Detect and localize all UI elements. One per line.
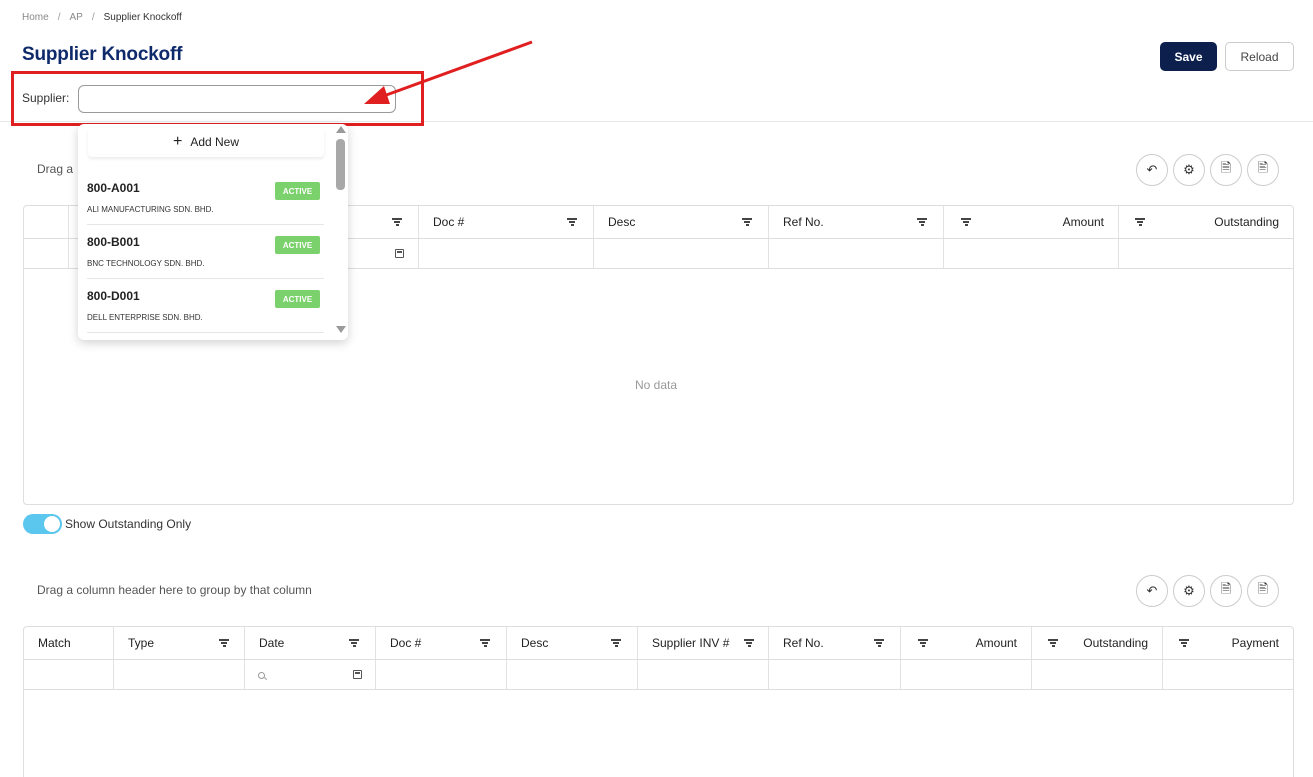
reload-button[interactable]: Reload — [1225, 42, 1294, 71]
grid-header-outstanding[interactable]: Outstanding — [1032, 627, 1163, 659]
grid-header-payment[interactable]: Payment — [1163, 627, 1293, 659]
filter-icon[interactable] — [392, 218, 402, 226]
grid-header-ref-no[interactable]: Ref No. — [769, 206, 944, 238]
gear-icon[interactable]: ⚙ — [1173, 575, 1205, 607]
grid-filter-row — [24, 660, 1293, 690]
filter-cell-date[interactable] — [245, 660, 376, 689]
export-excel-icon[interactable]: 🗎 — [1210, 575, 1242, 607]
dropdown-option[interactable]: 800-D001 ACTIVE DELL ENTERPRISE SDN. BHD… — [87, 279, 324, 333]
filter-cell[interactable] — [769, 660, 901, 689]
export-pdf-icon[interactable]: 🖹 — [1247, 575, 1279, 607]
filter-cell[interactable] — [769, 239, 944, 268]
filter-icon[interactable] — [1048, 639, 1058, 647]
calendar-icon[interactable] — [353, 670, 362, 679]
filter-icon[interactable] — [917, 218, 927, 226]
payment-match-grid: Match Type Date Doc # Desc Supplier INV … — [23, 626, 1294, 777]
filter-cell[interactable] — [594, 239, 769, 268]
filter-icon[interactable] — [219, 639, 229, 647]
grid-header-outstanding[interactable]: Outstanding — [1119, 206, 1293, 238]
breadcrumb-ap[interactable]: AP — [69, 12, 82, 23]
export-excel-icon[interactable]: 🗎 — [1210, 154, 1242, 186]
status-badge: ACTIVE — [275, 290, 320, 308]
filter-icon[interactable] — [1179, 639, 1189, 647]
filter-cell — [24, 239, 69, 268]
supplier-select-input[interactable] — [78, 85, 396, 113]
filter-icon[interactable] — [742, 218, 752, 226]
filter-icon[interactable] — [567, 218, 577, 226]
supplier-label: Supplier: — [22, 91, 70, 105]
filter-cell[interactable] — [944, 239, 1119, 268]
filter-cell — [24, 660, 114, 689]
filter-icon[interactable] — [918, 639, 928, 647]
filter-cell[interactable] — [638, 660, 769, 689]
status-badge: ACTIVE — [275, 182, 320, 200]
filter-cell[interactable] — [1032, 660, 1163, 689]
show-outstanding-label: Show Outstanding Only — [65, 517, 192, 531]
grid-header-amount[interactable]: Amount — [901, 627, 1032, 659]
header-divider — [0, 121, 1313, 122]
filter-icon[interactable] — [349, 639, 359, 647]
grid-header-amount[interactable]: Amount — [944, 206, 1119, 238]
empty-state-text: No data — [635, 378, 678, 392]
plus-icon: + — [172, 133, 183, 150]
grid-header-desc[interactable]: Desc — [594, 206, 769, 238]
filter-cell[interactable] — [376, 660, 507, 689]
group-by-hint: Drag a — [37, 162, 74, 176]
scrollbar-thumb[interactable] — [336, 139, 345, 190]
filter-icon[interactable] — [1135, 218, 1145, 226]
grid-header-type[interactable]: Type — [114, 627, 245, 659]
filter-icon[interactable] — [874, 639, 884, 647]
calendar-icon[interactable] — [395, 249, 404, 258]
show-outstanding-toggle[interactable] — [23, 514, 62, 534]
filter-cell[interactable] — [419, 239, 594, 268]
toggle-knob — [44, 516, 60, 532]
filter-icon[interactable] — [744, 639, 754, 647]
grid-header-date[interactable]: Date — [245, 627, 376, 659]
grid-header-doc-no[interactable]: Doc # — [419, 206, 594, 238]
grid-header-cell — [24, 206, 69, 238]
breadcrumb-separator: / — [91, 12, 95, 23]
filter-cell[interactable] — [114, 660, 245, 689]
filter-cell[interactable] — [1163, 660, 1293, 689]
filter-icon[interactable] — [611, 639, 621, 647]
group-by-hint: Drag a column header here to group by th… — [37, 583, 312, 597]
undo-icon[interactable]: ↶ — [1136, 575, 1168, 607]
breadcrumb: Home / AP / Supplier Knockoff — [22, 12, 182, 23]
grid-header-ref-no[interactable]: Ref No. — [769, 627, 901, 659]
breadcrumb-home[interactable]: Home — [22, 12, 49, 23]
breadcrumb-current: Supplier Knockoff — [103, 12, 182, 23]
filter-cell[interactable] — [1119, 239, 1293, 268]
status-badge: ACTIVE — [275, 236, 320, 254]
dropdown-option[interactable]: 800-A001 ACTIVE ALI MANUFACTURING SDN. B… — [87, 171, 324, 225]
supplier-dropdown: + Add New 800-A001 ACTIVE ALI MANUFACTUR… — [78, 124, 348, 340]
page-title: Supplier Knockoff — [22, 44, 183, 65]
scroll-up-arrow-icon[interactable] — [336, 126, 346, 133]
grid-header-match[interactable]: Match — [24, 627, 114, 659]
save-button[interactable]: Save — [1160, 42, 1217, 71]
export-pdf-icon[interactable]: 🖹 — [1247, 154, 1279, 186]
search-icon — [258, 672, 265, 679]
breadcrumb-separator: / — [57, 12, 61, 23]
add-new-button[interactable]: + Add New — [88, 127, 324, 157]
grid-header-supplier-inv-no[interactable]: Supplier INV # — [638, 627, 769, 659]
filter-cell[interactable] — [901, 660, 1032, 689]
grid-header-desc[interactable]: Desc — [507, 627, 638, 659]
gear-icon[interactable]: ⚙ — [1173, 154, 1205, 186]
filter-cell[interactable] — [507, 660, 638, 689]
dropdown-option[interactable]: 800-B001 ACTIVE BNC TECHNOLOGY SDN. BHD. — [87, 225, 324, 279]
filter-icon[interactable] — [480, 639, 490, 647]
grid-header-row: Match Type Date Doc # Desc Supplier INV … — [24, 627, 1293, 660]
grid-header-doc-no[interactable]: Doc # — [376, 627, 507, 659]
scroll-down-arrow-icon[interactable] — [336, 326, 346, 333]
undo-icon[interactable]: ↶ — [1136, 154, 1168, 186]
filter-icon[interactable] — [961, 218, 971, 226]
